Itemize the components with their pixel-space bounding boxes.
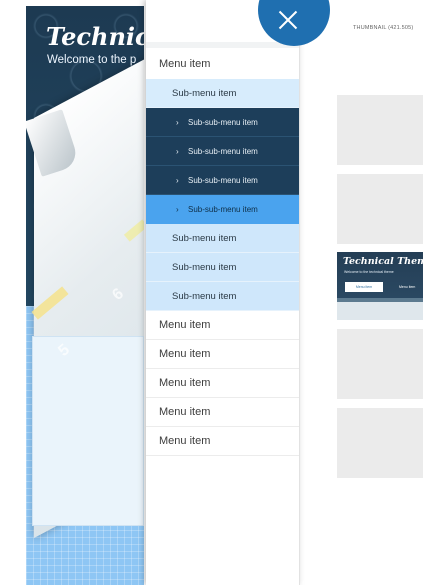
subsubmenu-item-active[interactable]: › Sub-sub-menu item (146, 195, 299, 224)
preview-content-strip (337, 298, 423, 320)
preview-menu-button: Menu item (345, 282, 383, 292)
menu-item[interactable]: Menu item (146, 398, 299, 427)
menu-item[interactable]: Menu item (146, 48, 299, 79)
paper-lower-sheet (32, 336, 144, 526)
menu-item[interactable]: Menu item (146, 340, 299, 369)
submenu-item[interactable]: Sub-menu item (146, 253, 299, 282)
menu-item-label: Menu item (159, 435, 211, 447)
submenu-item[interactable]: Sub-menu item (146, 79, 299, 108)
hero-image: 5 6 Technical Welcome to the p (26, 6, 144, 585)
preview-menu-link: Menu item (399, 285, 416, 289)
thumbnail-preview[interactable]: Technical Theme Welcome to the technical… (337, 252, 423, 320)
thumbnail-placeholder[interactable] (337, 329, 423, 399)
chevron-right-icon: › (176, 175, 179, 185)
page: 5 6 Technical Welcome to the p Menu item… (0, 0, 423, 585)
submenu-item[interactable]: Sub-menu item (146, 282, 299, 311)
thumbnail-placeholder[interactable] (337, 174, 423, 244)
close-icon (278, 10, 298, 30)
preview-tagline: Welcome to the technical theme (344, 270, 394, 274)
chevron-right-icon: › (176, 205, 179, 214)
subsubmenu-item-label: Sub-sub-menu item (188, 205, 258, 214)
subsubmenu-item[interactable]: › Sub-sub-menu item (146, 137, 299, 166)
menu-item[interactable]: Menu item (146, 311, 299, 340)
submenu-item-label: Sub-menu item (172, 261, 237, 273)
menu-item-label: Menu item (159, 348, 211, 360)
subsubmenu-item-label: Sub-sub-menu item (188, 146, 258, 156)
site-tagline: Welcome to the p (47, 54, 137, 66)
thumbnail-placeholder[interactable] (337, 95, 423, 165)
menu-item[interactable]: Menu item (146, 427, 299, 456)
menu-item-label: Menu item (159, 319, 211, 331)
site-brand[interactable]: Technical (46, 22, 144, 51)
subsubmenu-item[interactable]: › Sub-sub-menu item (146, 108, 299, 137)
chevron-right-icon: › (176, 117, 179, 127)
chevron-right-icon: › (176, 146, 179, 156)
subsubmenu-item[interactable]: › Sub-sub-menu item (146, 166, 299, 195)
thumbnail-label: THUMBNAIL (421.505) (353, 25, 414, 31)
submenu-item[interactable]: Sub-menu item (146, 224, 299, 253)
menu-item-label: Menu item (159, 406, 211, 418)
submenu-item-label: Sub-menu item (172, 290, 237, 302)
thumbnail-placeholder[interactable] (337, 408, 423, 478)
submenu-item-label: Sub-menu item (172, 232, 237, 244)
preview-brand: Technical Theme (343, 256, 423, 267)
menu-item[interactable]: Menu item (146, 369, 299, 398)
menu-item-label: Menu item (159, 57, 211, 70)
subsubmenu-item-label: Sub-sub-menu item (188, 117, 258, 127)
submenu-item-label: Sub-menu item (172, 87, 237, 99)
mobile-nav-menu: Menu item Sub-menu item › Sub-sub-menu it… (146, 0, 330, 585)
menu-item-label: Menu item (159, 377, 211, 389)
subsubmenu-item-label: Sub-sub-menu item (188, 175, 258, 185)
